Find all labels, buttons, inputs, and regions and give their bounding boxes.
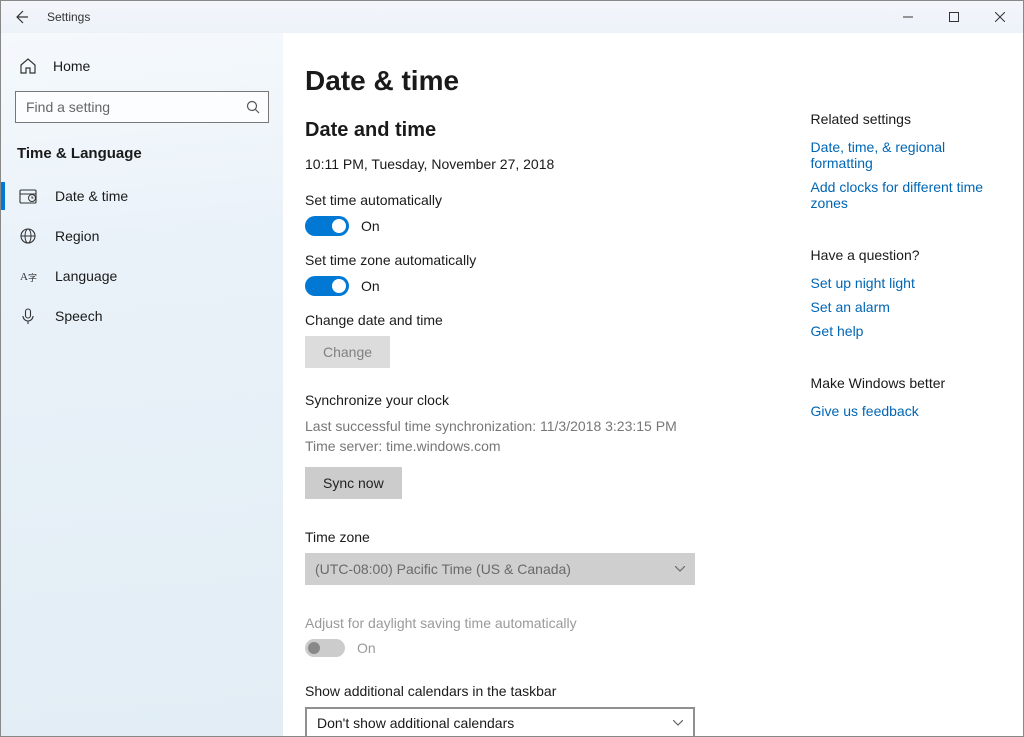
link-get-help[interactable]: Get help bbox=[811, 323, 1001, 339]
nav-label: Language bbox=[55, 268, 117, 284]
timezone-dropdown: (UTC-08:00) Pacific Time (US & Canada) bbox=[305, 553, 695, 585]
search-icon bbox=[246, 100, 260, 114]
additional-cal-dropdown[interactable]: Don't show additional calendars bbox=[305, 707, 695, 736]
section-date-time-title: Date and time bbox=[305, 119, 751, 142]
timezone-label: Time zone bbox=[305, 529, 751, 545]
main-area: Date & time Date and time 10:11 PM, Tues… bbox=[283, 33, 1023, 736]
setting-additional-calendars: Show additional calendars in the taskbar… bbox=[305, 683, 751, 736]
setting-dst: Adjust for daylight saving time automati… bbox=[305, 615, 751, 657]
dst-toggle bbox=[305, 639, 345, 657]
sidebar: Home Time & Language Date & time bbox=[1, 33, 283, 736]
page-title: Date & time bbox=[305, 65, 751, 97]
chevron-down-icon bbox=[675, 566, 685, 572]
setting-sync-clock: Synchronize your clock Last successful t… bbox=[305, 392, 751, 499]
nav-item-date-time[interactable]: Date & time bbox=[15, 176, 269, 216]
set-time-auto-state: On bbox=[361, 218, 380, 234]
maximize-button[interactable] bbox=[931, 1, 977, 33]
link-set-alarm[interactable]: Set an alarm bbox=[811, 299, 1001, 315]
back-button[interactable] bbox=[9, 5, 33, 29]
content-column: Date & time Date and time 10:11 PM, Tues… bbox=[305, 55, 751, 714]
link-feedback[interactable]: Give us feedback bbox=[811, 403, 1001, 419]
sync-now-button[interactable]: Sync now bbox=[305, 467, 402, 499]
change-dt-label: Change date and time bbox=[305, 312, 751, 328]
home-nav[interactable]: Home bbox=[15, 49, 269, 91]
language-icon: A字 bbox=[19, 267, 37, 285]
setting-set-time-auto: Set time automatically On bbox=[305, 192, 751, 236]
nav-item-speech[interactable]: Speech bbox=[15, 296, 269, 336]
set-tz-auto-row: On bbox=[305, 276, 751, 296]
maximize-icon bbox=[949, 12, 959, 22]
link-date-time-regional[interactable]: Date, time, & regional formatting bbox=[811, 139, 1001, 171]
svg-text:字: 字 bbox=[28, 272, 37, 283]
category-title: Time & Language bbox=[15, 145, 269, 162]
nav-list: Date & time Region A字 Language bbox=[15, 176, 269, 336]
title-bar: Settings bbox=[1, 1, 1023, 33]
nav-item-region[interactable]: Region bbox=[15, 216, 269, 256]
close-button[interactable] bbox=[977, 1, 1023, 33]
set-tz-auto-label: Set time zone automatically bbox=[305, 252, 751, 268]
home-label: Home bbox=[53, 58, 90, 74]
microphone-icon bbox=[19, 307, 37, 325]
question-title: Have a question? bbox=[811, 247, 1001, 263]
additional-cal-label: Show additional calendars in the taskbar bbox=[305, 683, 751, 699]
close-icon bbox=[995, 12, 1005, 22]
sync-title: Synchronize your clock bbox=[305, 392, 751, 408]
chevron-down-icon bbox=[673, 720, 683, 726]
window-title: Settings bbox=[47, 10, 90, 24]
dst-state: On bbox=[357, 640, 376, 656]
sync-last: Last successful time synchronization: 11… bbox=[305, 416, 751, 436]
globe-icon bbox=[19, 227, 37, 245]
link-add-clocks[interactable]: Add clocks for different time zones bbox=[811, 179, 1001, 211]
setting-timezone: Time zone (UTC-08:00) Pacific Time (US &… bbox=[305, 529, 751, 585]
clock-icon bbox=[19, 187, 37, 205]
set-time-auto-toggle[interactable] bbox=[305, 216, 349, 236]
change-button: Change bbox=[305, 336, 390, 368]
dst-row: On bbox=[305, 639, 751, 657]
window-body: Home Time & Language Date & time bbox=[1, 33, 1023, 736]
set-time-auto-label: Set time automatically bbox=[305, 192, 751, 208]
timezone-value: (UTC-08:00) Pacific Time (US & Canada) bbox=[315, 561, 571, 577]
right-panel: Related settings Date, time, & regional … bbox=[811, 55, 1001, 714]
additional-cal-value: Don't show additional calendars bbox=[317, 715, 514, 731]
link-night-light[interactable]: Set up night light bbox=[811, 275, 1001, 291]
set-time-auto-row: On bbox=[305, 216, 751, 236]
setting-change-dt: Change date and time Change bbox=[305, 312, 751, 368]
better-group: Make Windows better Give us feedback bbox=[811, 375, 1001, 419]
nav-item-language[interactable]: A字 Language bbox=[15, 256, 269, 296]
minimize-icon bbox=[903, 12, 913, 22]
nav-label: Date & time bbox=[55, 188, 128, 204]
sync-info: Last successful time synchronization: 11… bbox=[305, 416, 751, 457]
settings-window: Settings Home bbox=[0, 0, 1024, 737]
set-tz-auto-state: On bbox=[361, 278, 380, 294]
nav-label: Region bbox=[55, 228, 99, 244]
minimize-button[interactable] bbox=[885, 1, 931, 33]
set-tz-auto-toggle[interactable] bbox=[305, 276, 349, 296]
window-controls bbox=[885, 1, 1023, 33]
better-title: Make Windows better bbox=[811, 375, 1001, 391]
current-datetime: 10:11 PM, Tuesday, November 27, 2018 bbox=[305, 156, 751, 172]
related-settings-group: Related settings Date, time, & regional … bbox=[811, 111, 1001, 211]
nav-label: Speech bbox=[55, 308, 102, 324]
search-input[interactable] bbox=[24, 98, 246, 116]
setting-set-tz-auto: Set time zone automatically On bbox=[305, 252, 751, 296]
sync-server: Time server: time.windows.com bbox=[305, 436, 751, 456]
related-settings-title: Related settings bbox=[811, 111, 1001, 127]
back-arrow-icon bbox=[13, 9, 29, 25]
dst-label: Adjust for daylight saving time automati… bbox=[305, 615, 751, 631]
home-icon bbox=[19, 57, 37, 75]
search-box[interactable] bbox=[15, 91, 269, 123]
question-group: Have a question? Set up night light Set … bbox=[811, 247, 1001, 339]
svg-text:A: A bbox=[20, 271, 28, 283]
title-bar-left: Settings bbox=[9, 5, 90, 29]
